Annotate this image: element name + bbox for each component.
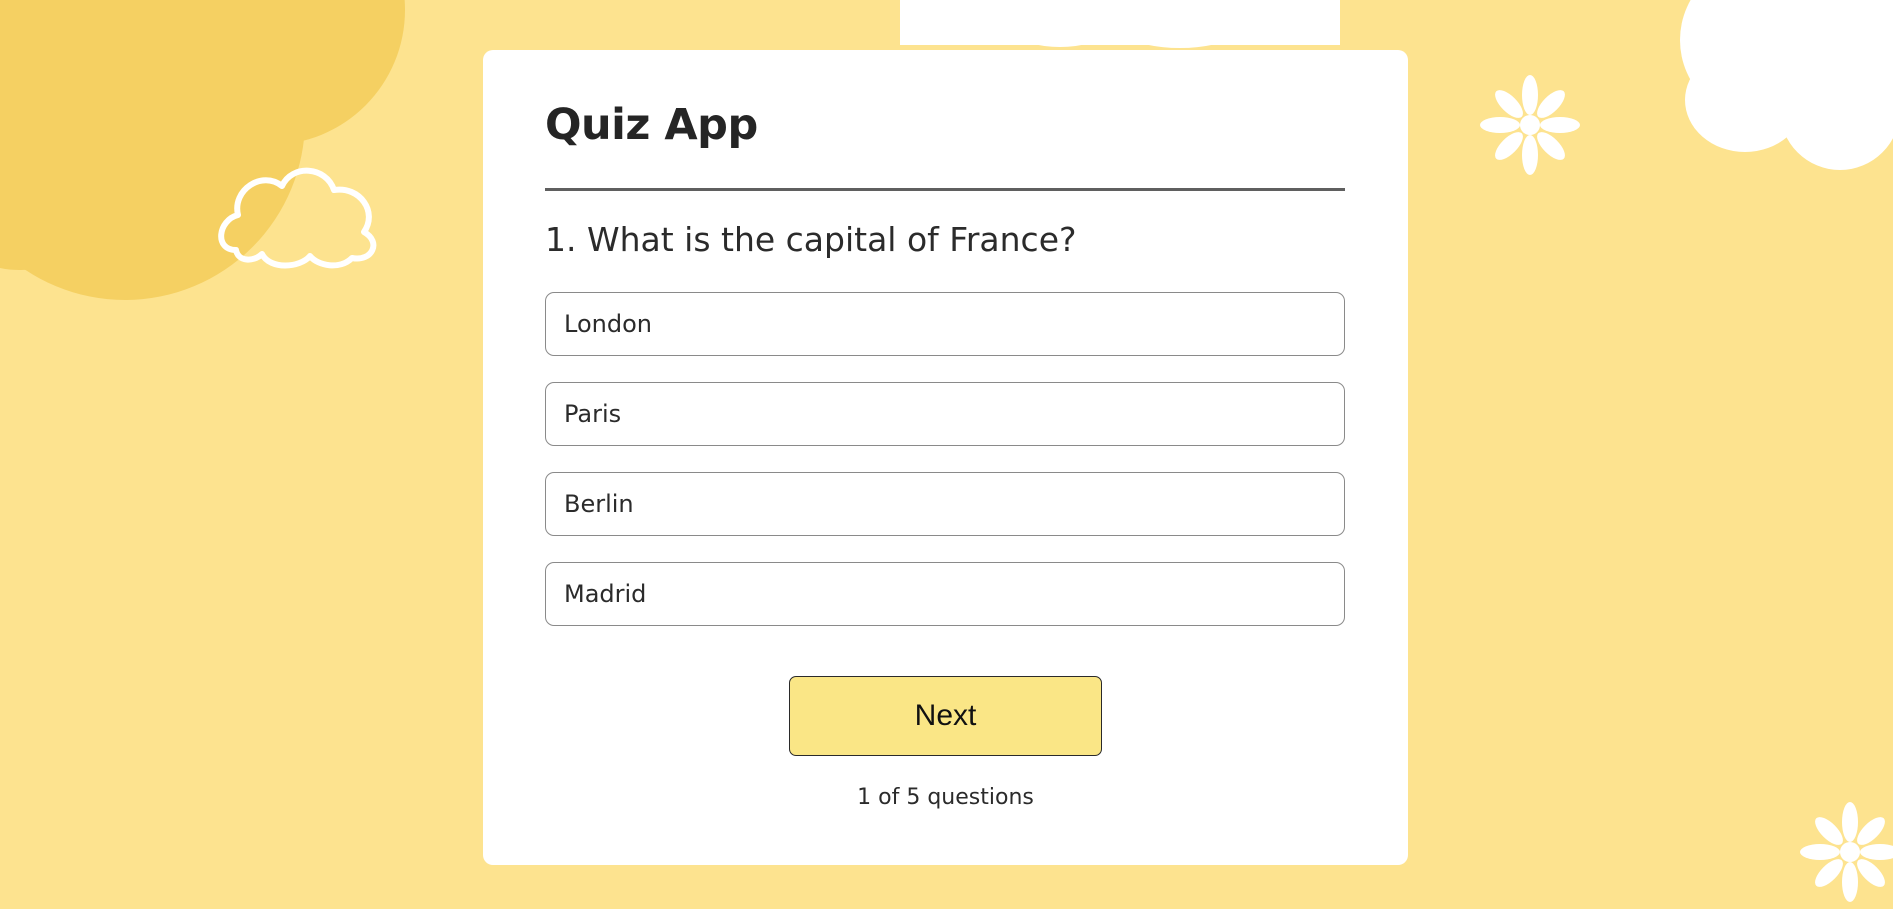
app-title: Quiz App — [545, 100, 758, 150]
answer-option-berlin[interactable]: Berlin — [545, 472, 1345, 536]
cloud-shape — [900, 0, 1340, 48]
cloud-shape — [1680, 0, 1893, 170]
answer-list: London Paris Berlin Madrid — [545, 292, 1345, 652]
quiz-card: Quiz App 1. What is the capital of Franc… — [483, 50, 1408, 865]
question-text: 1. What is the capital of France? — [545, 220, 1077, 259]
next-button[interactable]: Next — [789, 676, 1102, 756]
sun-shape — [0, 0, 405, 300]
answer-option-madrid[interactable]: Madrid — [545, 562, 1345, 626]
title-divider — [545, 188, 1345, 191]
question-progress: 1 of 5 questions — [857, 785, 1034, 810]
answer-option-paris[interactable]: Paris — [545, 382, 1345, 446]
flower-icon — [1800, 802, 1893, 902]
flower-icon — [1480, 75, 1580, 175]
answer-option-london[interactable]: London — [545, 292, 1345, 356]
